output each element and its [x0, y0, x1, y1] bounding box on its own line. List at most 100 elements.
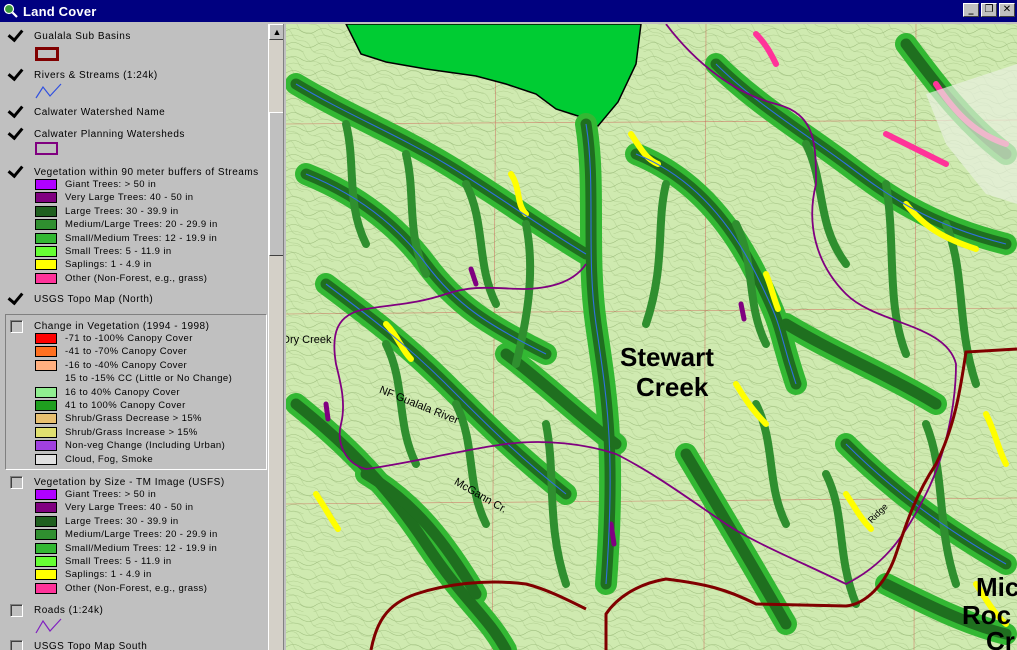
legend-swatch	[35, 346, 57, 358]
legend-class-row: Giant Trees: > 50 in	[35, 178, 156, 191]
legend-class-row: 15 to -15% CC (Little or No Change)	[35, 372, 232, 385]
stream-label-dry-creek: Dry Creek	[286, 334, 332, 346]
polygon-outline-symbol	[35, 47, 59, 61]
legend-swatch	[35, 259, 57, 271]
theme-name: Calwater Planning Watersheds	[34, 128, 185, 140]
theme-usgs-topo-north[interactable]: USGS Topo Map (North)	[2, 291, 268, 309]
theme-checkbox[interactable]	[10, 603, 23, 617]
legend-class-label: Small/Medium Trees: 12 - 19.9 in	[65, 542, 218, 554]
legend-swatch	[35, 386, 57, 398]
legend-class-row: Large Trees: 30 - 39.9 in	[35, 205, 179, 218]
theme-checkbox[interactable]	[10, 319, 23, 333]
theme-checkbox[interactable]	[10, 106, 23, 119]
watershed-label-cr: Cr	[986, 626, 1015, 650]
legend-class-row: Small Trees: 5 - 11.9 in	[35, 245, 172, 258]
legend-class-label: Cloud, Fog, Smoke	[65, 453, 154, 465]
legend-class-row: Cloud, Fog, Smoke	[35, 453, 153, 466]
theme-checkbox[interactable]	[10, 293, 23, 306]
line-symbol	[35, 83, 62, 99]
legend-class-label: Large Trees: 30 - 39.9 in	[65, 515, 179, 527]
legend-class-row: -41 to -70% Canopy Cover	[35, 345, 187, 358]
legend-class-label: Small Trees: 5 - 11.9 in	[65, 246, 172, 257]
legend-swatch	[35, 502, 57, 514]
legend-class-row: Small/Medium Trees: 12 - 19.9 in	[35, 542, 217, 555]
legend-swatch	[35, 219, 57, 231]
theme-name: Gualala Sub Basins	[34, 30, 131, 42]
polygon-outline-symbol	[35, 142, 58, 155]
theme-usgs-topo-south[interactable]: USGS Topo Map South	[2, 638, 268, 650]
legend-class-label: Other (Non-Forest, e.g., grass)	[65, 582, 208, 594]
theme-name: USGS Topo Map South	[34, 640, 148, 650]
theme-rivers-streams[interactable]: Rivers & Streams (1:24k)	[2, 67, 268, 101]
legend-class-label: 41 to 100% Canopy Cover	[65, 400, 186, 411]
scroll-up-button[interactable]: ▲	[269, 24, 283, 40]
theme-checkbox[interactable]	[10, 128, 23, 141]
legend-swatch	[35, 232, 57, 244]
legend-class-row: Very Large Trees: 40 - 50 in	[35, 191, 193, 204]
legend-class-label: Giant Trees: > 50 in	[65, 179, 157, 190]
legend-class-row: -71 to -100% Canopy Cover	[35, 332, 193, 345]
legend-class-row: Shrub/Grass Decrease > 15%	[35, 412, 202, 425]
legend-swatch	[35, 205, 57, 217]
legend-class-label: 16 to 40% Canopy Cover	[65, 386, 180, 398]
theme-checkbox[interactable]	[10, 69, 23, 82]
legend-swatch	[35, 272, 57, 284]
theme-checkbox[interactable]	[10, 30, 23, 43]
legend-class-row: Medium/Large Trees: 20 - 29.9 in	[35, 528, 218, 541]
theme-change-in-vegetation[interactable]: Change in Vegetation (1994 - 1998) -71 t…	[2, 318, 268, 468]
legend-swatch	[35, 453, 57, 465]
scroll-thumb[interactable]	[269, 112, 283, 256]
theme-roads[interactable]: Roads (1:24k)	[2, 602, 268, 636]
legend-swatch	[35, 440, 57, 452]
minimize-button[interactable]: _	[963, 3, 979, 17]
theme-calwater-watershed-name[interactable]: Calwater Watershed Name	[2, 104, 268, 122]
legend-scrollbar[interactable]: ▲	[268, 24, 283, 650]
theme-vegetation-by-size[interactable]: Vegetation by Size - TM Image (USFS) Gia…	[2, 474, 268, 598]
legend-class-row: Shrub/Grass Increase > 15%	[35, 426, 198, 439]
legend-swatch	[35, 582, 57, 594]
map-view[interactable]: Stewart Creek Mic Roc Cr Dry Creek NF Gu…	[286, 24, 1017, 650]
theme-vegetation-90m-buffers[interactable]: Vegetation within 90 meter buffers of St…	[2, 164, 268, 286]
theme-name: Change in Vegetation (1994 - 1998)	[34, 320, 210, 332]
title-bar[interactable]: Land Cover _ ❐ ✕	[0, 0, 1017, 22]
restore-button[interactable]: ❐	[981, 3, 997, 17]
legend-class-row: Giant Trees: > 50 in	[35, 488, 156, 501]
legend-list: Gualala Sub Basins Rivers & Streams (1:2…	[2, 24, 268, 650]
legend-class-row: -16 to -40% Canopy Cover	[35, 359, 187, 372]
legend-swatch	[35, 542, 57, 554]
theme-checkbox[interactable]	[10, 639, 23, 650]
legend-swatch	[35, 359, 57, 371]
legend-class-label: -41 to -70% Canopy Cover	[65, 346, 188, 358]
theme-name: USGS Topo Map (North)	[34, 293, 154, 305]
watershed-label-mic: Mic	[976, 572, 1017, 602]
watershed-label-creek: Creek	[636, 372, 709, 402]
legend-swatch	[35, 413, 57, 425]
legend-class-row: 41 to 100% Canopy Cover	[35, 399, 186, 412]
legend-class-label: Small/Medium Trees: 12 - 19.9 in	[65, 232, 218, 244]
legend-class-label: Shrub/Grass Decrease > 15%	[65, 413, 202, 425]
close-button[interactable]: ✕	[999, 3, 1015, 17]
legend-class-label: -16 to -40% Canopy Cover	[65, 359, 188, 371]
theme-name: Calwater Watershed Name	[34, 106, 166, 118]
legend-class-row: 16 to 40% Canopy Cover	[35, 386, 180, 399]
legend-class-label: Other (Non-Forest, e.g., grass)	[65, 272, 208, 284]
legend-class-row: Medium/Large Trees: 20 - 29.9 in	[35, 218, 218, 231]
legend-swatch	[35, 400, 57, 411]
magnifier-globe-icon	[3, 3, 18, 18]
legend-class-label: Small Trees: 5 - 11.9 in	[65, 556, 172, 567]
theme-gualala-sub-basins[interactable]: Gualala Sub Basins	[2, 28, 268, 62]
theme-calwater-planning-watersheds[interactable]: Calwater Planning Watersheds	[2, 126, 268, 160]
theme-name: Vegetation within 90 meter buffers of St…	[34, 166, 259, 178]
theme-checkbox[interactable]	[10, 166, 23, 179]
legend-swatch	[35, 192, 57, 204]
legend-class-row: Saplings: 1 - 4.9 in	[35, 258, 152, 271]
legend-class-row: Small/Medium Trees: 12 - 19.9 in	[35, 232, 217, 245]
theme-name: Rivers & Streams (1:24k)	[34, 69, 158, 81]
map-canvas[interactable]	[286, 24, 1017, 650]
legend-swatch	[35, 179, 57, 190]
legend-class-label: -71 to -100% Canopy Cover	[65, 333, 193, 344]
legend-class-label: Shrub/Grass Increase > 15%	[65, 426, 198, 438]
theme-checkbox[interactable]	[10, 475, 23, 489]
legend-class-row: Very Large Trees: 40 - 50 in	[35, 501, 193, 514]
legend-class-label: Non-veg Change (Including Urban)	[65, 440, 226, 452]
